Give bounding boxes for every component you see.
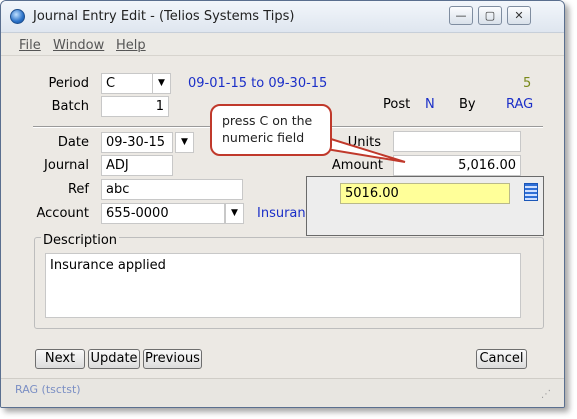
callout-line-2: numeric field <box>222 130 305 145</box>
callout-line-1: press C on the <box>222 113 313 128</box>
callout-annotation: press C on the numeric field <box>210 104 332 156</box>
callout-pointer <box>316 133 406 163</box>
